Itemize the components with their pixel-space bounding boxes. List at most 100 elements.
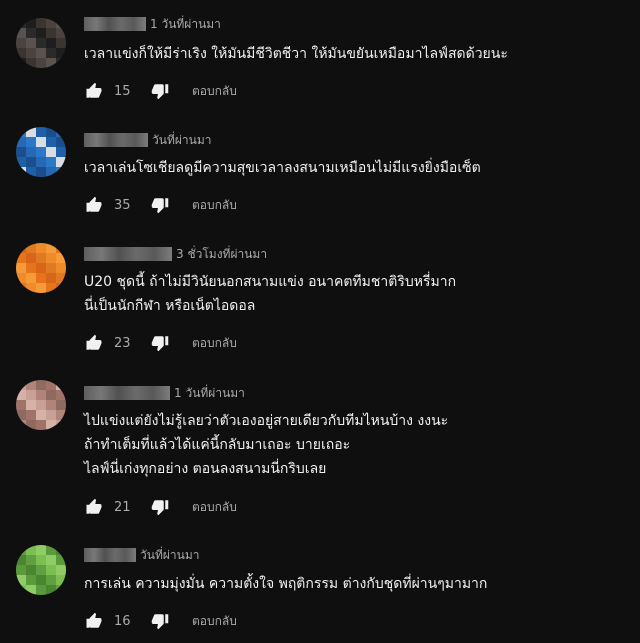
avatar-mosaic-tile [36, 18, 46, 28]
author-name-blurred[interactable] [84, 548, 136, 562]
author-name-blurred[interactable] [84, 247, 172, 261]
dislike-button[interactable] [150, 81, 170, 101]
avatar-mosaic-tile [16, 147, 26, 157]
like-button[interactable] [84, 333, 104, 353]
like-button[interactable] [84, 611, 104, 631]
reply-button[interactable]: ตอบกลับ [192, 196, 237, 215]
reply-button[interactable]: ตอบกลับ [192, 82, 237, 101]
avatar-mosaic-tile [16, 585, 26, 595]
thumbs-down-icon [151, 500, 169, 516]
avatar-mosaic-tile [16, 555, 26, 565]
comment-header: 1 วันที่ผ่านมา [84, 384, 245, 402]
thumbs-down-icon [151, 614, 169, 630]
avatar-mosaic-tile [56, 127, 66, 137]
avatar-mosaic-tile [36, 167, 46, 177]
author-name-blurred[interactable] [84, 133, 148, 147]
comment-text: ไปแข่งแต่ยังไม่รู้เลยว่าตัวเองอยู่สายเดี… [84, 413, 449, 477]
comment-actions: 21 ตอบกลับ [84, 496, 237, 518]
avatar-mosaic-tile [16, 273, 26, 283]
avatar-mosaic-tile [26, 283, 36, 293]
comment-actions: 16 ตอบกลับ [84, 610, 237, 632]
avatar[interactable] [16, 545, 66, 595]
avatar-mosaic-tile [46, 585, 56, 595]
avatar-mosaic-tile [56, 555, 66, 565]
thumbs-up-icon [86, 334, 102, 350]
like-count: 35 [114, 197, 131, 213]
avatar-mosaic-tile [16, 58, 26, 68]
avatar-mosaic-tile [26, 157, 36, 167]
avatar-mosaic-tile [46, 18, 56, 28]
avatar-mosaic-tile [46, 400, 56, 410]
avatar-mosaic-tile [36, 147, 46, 157]
like-button[interactable] [84, 81, 104, 101]
avatar-mosaic-tile [16, 420, 26, 430]
dislike-button[interactable] [150, 497, 170, 517]
avatar-mosaic-tile [46, 38, 56, 48]
avatar-mosaic-tile [56, 400, 66, 410]
avatar-mosaic-tile [46, 243, 56, 253]
thumbs-down-icon [151, 198, 169, 214]
dislike-button[interactable] [150, 611, 170, 631]
avatar[interactable] [16, 243, 66, 293]
avatar-mosaic-tile [56, 28, 66, 38]
thumbs-down-icon [151, 336, 169, 352]
avatar-mosaic-tile [26, 390, 36, 400]
avatar-mosaic-tile [16, 263, 26, 273]
avatar-mosaic-tile [56, 18, 66, 28]
avatar-mosaic-tile [36, 38, 46, 48]
thumbs-up-icon [86, 498, 102, 514]
avatar-mosaic-tile [46, 555, 56, 565]
avatar-mosaic-tile [36, 283, 46, 293]
comment-timestamp[interactable]: 1 วันที่ผ่านมา [174, 384, 245, 403]
avatar-mosaic-tile [56, 38, 66, 48]
thumbs-down-icon [151, 84, 169, 100]
author-name-blurred[interactable] [84, 17, 146, 31]
avatar-mosaic-tile [26, 137, 36, 147]
avatar-mosaic-tile [36, 545, 46, 555]
avatar-mosaic-tile [16, 575, 26, 585]
avatar-mosaic-tile [46, 28, 56, 38]
avatar-mosaic-tile [36, 390, 46, 400]
reply-button[interactable]: ตอบกลับ [192, 498, 237, 517]
comment-header: 1 วันที่ผ่านมา [84, 15, 221, 33]
comment-text: เวลาแข่งก็ให้มีร่าเริง ให้มันมีชีวิตชีวา… [84, 46, 508, 62]
avatar-mosaic-tile [26, 263, 36, 273]
avatar-mosaic-tile [26, 420, 36, 430]
avatar-mosaic-tile [26, 127, 36, 137]
avatar[interactable] [16, 127, 66, 177]
like-button[interactable] [84, 195, 104, 215]
avatar-mosaic-tile [46, 137, 56, 147]
avatar-mosaic-tile [46, 263, 56, 273]
avatar-mosaic-tile [36, 565, 46, 575]
avatar[interactable] [16, 380, 66, 430]
comment-actions: 15 ตอบกลับ [84, 80, 237, 102]
avatar-mosaic-tile [46, 380, 56, 390]
avatar-mosaic-tile [16, 167, 26, 177]
avatar-mosaic-tile [16, 390, 26, 400]
avatar-mosaic-tile [46, 167, 56, 177]
avatar-mosaic-tile [56, 48, 66, 58]
reply-button[interactable]: ตอบกลับ [192, 334, 237, 353]
avatar-mosaic-tile [56, 283, 66, 293]
avatar-mosaic-tile [46, 545, 56, 555]
comment-timestamp[interactable]: วันที่ผ่านมา [140, 546, 199, 565]
avatar-mosaic-tile [46, 390, 56, 400]
avatar-mosaic-tile [46, 410, 56, 420]
like-count: 23 [114, 335, 131, 351]
comment-timestamp[interactable]: 1 วันที่ผ่านมา [150, 15, 221, 34]
avatar-mosaic-tile [46, 58, 56, 68]
comment-timestamp[interactable]: 3 ชั่วโมงที่ผ่านมา [176, 245, 267, 264]
author-name-blurred[interactable] [84, 386, 170, 400]
avatar-mosaic-tile [36, 127, 46, 137]
dislike-button[interactable] [150, 195, 170, 215]
reply-button[interactable]: ตอบกลับ [192, 612, 237, 631]
avatar-mosaic-tile [16, 410, 26, 420]
dislike-button[interactable] [150, 333, 170, 353]
comment-timestamp[interactable]: วันที่ผ่านมา [152, 131, 211, 150]
thumbs-up-icon [86, 82, 102, 98]
avatar-mosaic-tile [36, 410, 46, 420]
avatar[interactable] [16, 18, 66, 68]
avatar-mosaic-tile [26, 273, 36, 283]
like-button[interactable] [84, 497, 104, 517]
avatar-mosaic-tile [26, 410, 36, 420]
